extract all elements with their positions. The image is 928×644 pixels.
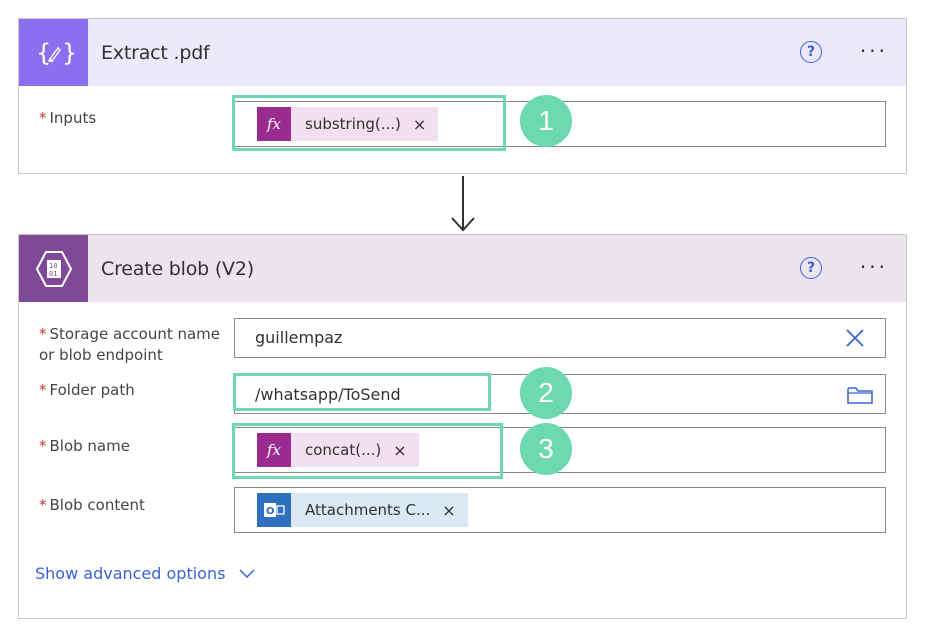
more-options-icon[interactable]: ··· (860, 257, 888, 277)
required-mark: * (39, 381, 47, 399)
svg-text:O: O (266, 506, 275, 517)
required-mark: * (39, 437, 47, 455)
help-icon[interactable]: ? (800, 41, 822, 63)
storage-label-line2: or blob endpoint (39, 346, 163, 364)
blob-storage-icon: 10 01 (19, 235, 88, 302)
svg-text:}: } (62, 39, 74, 67)
folder-label-text: Folder path (49, 381, 135, 399)
create-blob-header[interactable]: 10 01 Create blob (V2) ? ··· (19, 235, 906, 302)
clear-icon[interactable] (845, 328, 865, 348)
callout-badge-3: 3 (520, 423, 572, 475)
inputs-label: * Inputs (39, 108, 96, 129)
blob-name-label: * Blob name (39, 436, 130, 457)
outlook-icon: O (257, 493, 291, 527)
callout-badge-2: 2 (520, 367, 572, 419)
blob-content-field[interactable]: O Attachments C... × (234, 487, 886, 533)
required-mark: * (39, 325, 47, 343)
required-mark: * (39, 496, 47, 514)
create-blob-card: 10 01 Create blob (V2) ? ··· * Storage ac… (18, 234, 907, 619)
advanced-label: Show advanced options (35, 564, 226, 583)
callout-badge-1: 1 (520, 95, 572, 147)
required-mark: * (39, 109, 47, 127)
blob-content-label: * Blob content (39, 495, 145, 516)
blobname-label-text: Blob name (49, 437, 130, 455)
remove-token-icon[interactable]: × (442, 501, 455, 520)
storage-account-label: * Storage account name or blob endpoint (39, 324, 220, 366)
svg-text:10: 10 (49, 262, 57, 270)
card-title: Extract .pdf (101, 41, 210, 64)
svg-text:01: 01 (49, 270, 57, 278)
flow-arrow-icon (451, 176, 475, 232)
svg-text:{: { (36, 39, 51, 67)
inputs-label-text: Inputs (49, 109, 97, 127)
content-label-text: Blob content (49, 496, 145, 514)
attachments-token[interactable]: O Attachments C... × (257, 493, 468, 527)
curly-braces-pen-icon: { } (19, 19, 88, 86)
storage-label-line1: Storage account name (49, 325, 221, 343)
token-body: Attachments C... × (291, 493, 468, 527)
highlight-box-2 (233, 373, 491, 411)
highlight-box-3 (232, 423, 503, 479)
highlight-box-1 (232, 95, 506, 151)
folder-path-label: * Folder path (39, 380, 135, 401)
storage-account-field[interactable]: guillempaz (234, 318, 886, 358)
card-title: Create blob (V2) (101, 257, 254, 280)
more-options-icon[interactable]: ··· (860, 41, 888, 61)
folder-picker-icon[interactable] (847, 385, 873, 405)
extract-pdf-header[interactable]: { } Extract .pdf ? ··· (19, 19, 906, 86)
chevron-down-icon (239, 568, 255, 578)
storage-account-value: guillempaz (255, 328, 343, 347)
extract-pdf-card: { } Extract .pdf ? ··· *Inputs fx substr… (18, 18, 907, 174)
help-icon[interactable]: ? (800, 257, 822, 279)
token-label: Attachments C... (305, 501, 431, 519)
show-advanced-options-link[interactable]: Show advanced options (35, 564, 255, 583)
